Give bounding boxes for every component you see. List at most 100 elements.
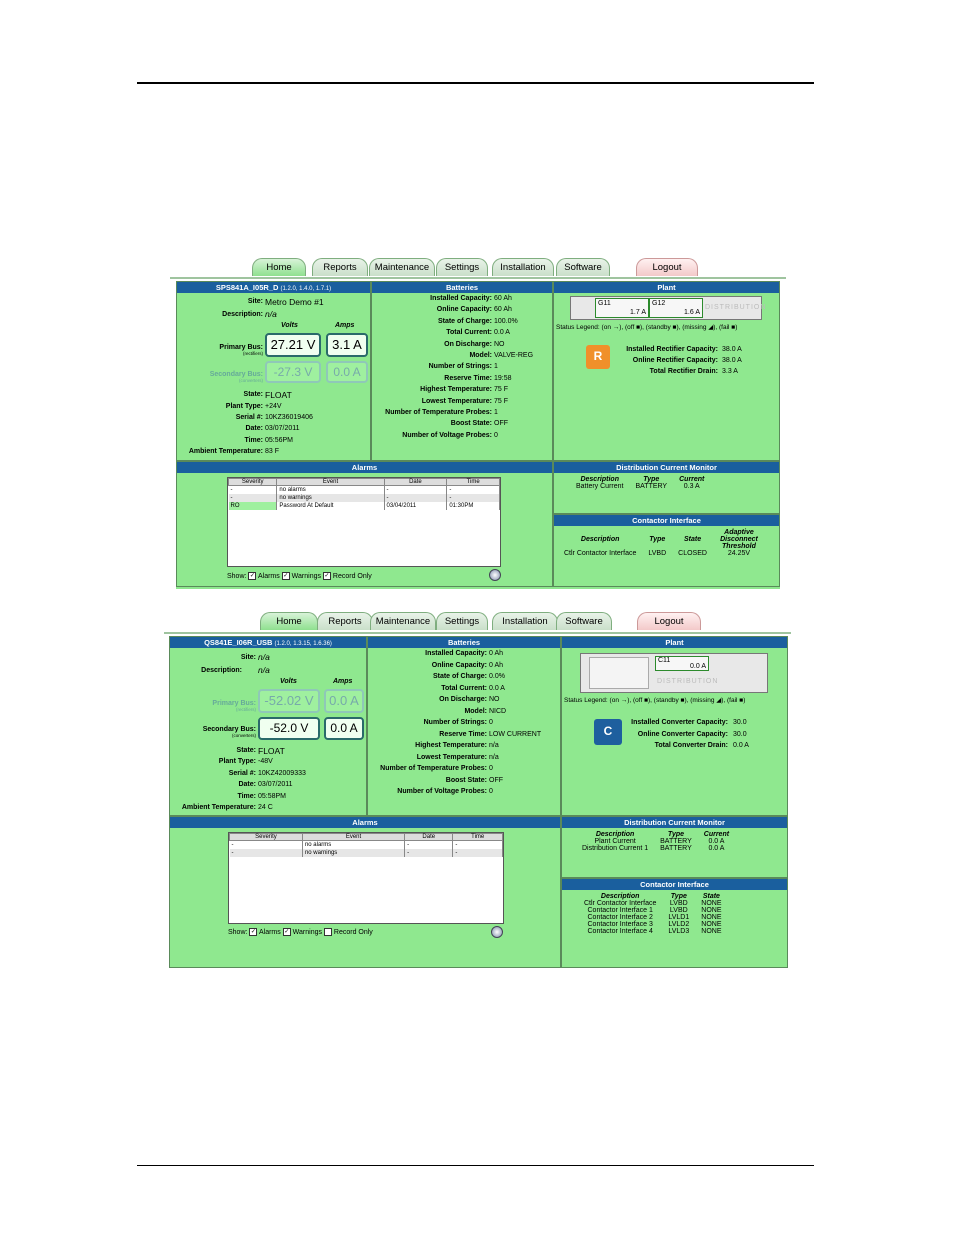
tab-settings[interactable]: Settings [436,612,488,630]
battery-field-label: Number of Voltage Probes: [402,431,492,439]
description-label: Description: [222,311,263,318]
primary-bus-label: Primary Bus: [212,700,256,707]
tab-settings[interactable]: Settings [436,258,488,276]
date-label: Date: [245,425,263,432]
contactor-header: Contactor Interface [562,879,787,890]
battery-field-label: Online Capacity: [436,306,492,314]
alarms-column-header[interactable]: Event [301,833,406,841]
alarms-column-header[interactable]: Time [452,833,503,841]
contactor-cell: NONE [701,921,722,928]
warnings-checkbox[interactable]: ✓ [282,928,291,936]
primary-bus-sublabel: (rectifiers) [243,351,263,356]
contactor-column-header: Description [580,536,620,543]
dcm-row: Distribution Current 1 BATTERY 0.0 A [576,845,735,852]
contactor-cell: Contactor Interface 2 [587,914,653,921]
alarms-column-header[interactable]: Time [446,478,500,486]
warnings-checkbox-label: Warnings [291,572,321,580]
alarms-header-row: Severity Event Date Time [229,833,503,841]
dashboard: QS841E_I06R_USB (1.2.0, 1.3.15, 1.6.36) … [169,636,788,968]
site-label: Site: [240,654,256,661]
dcm-header: Distribution Current Monitor [562,817,787,828]
alarm-cell: - [452,840,503,849]
amps-column-header: Amps [333,678,353,685]
capacity-field-label: Installed Rectifier Capacity: [626,346,718,353]
capacity-field-label: Online Rectifier Capacity: [632,357,718,365]
battery-field-label: Number of Temperature Probes: [385,409,492,416]
alarms-column-header[interactable]: Date [404,833,454,841]
controller-header: QS841E_I06R_USB (1.2.0, 1.3.15, 1.6.36) [170,637,366,648]
tab-logout[interactable]: Logout [637,612,701,630]
battery-field-value: 1 [494,409,498,416]
dcm-cell: Distribution Current 1 [582,845,649,852]
contactor-row: Contactor Interface 2 LVLD1 NONE [578,914,728,921]
alarms-header-row: Severity Event Date Time [227,478,500,486]
alarms-table[interactable]: Severity Event Date Time - no alarms - - - no war… [227,477,501,567]
time-label: Time: [244,437,263,444]
alarm-row[interactable]: - no warnings - - [229,849,503,857]
alarm-cell: no warnings [276,494,385,502]
alarm-row[interactable]: - no warnings - - [228,494,500,502]
battery-field-label: Lowest Temperature: [416,753,487,761]
battery-field-value: 75 F [494,397,509,405]
refresh-globe-icon[interactable] [491,926,503,938]
tab-maintenance[interactable]: Maintenance [369,258,435,276]
contactor-column-header: State [683,536,702,543]
dcm-column-header: Current [703,831,730,838]
tab-software[interactable]: Software [556,612,612,630]
capacity-field-label: Installed Converter Capacity: [631,719,728,726]
battery-field-value: OFF [489,776,503,784]
capacity-field-value: 38.0 A [722,357,742,365]
alarms-checkbox[interactable]: ✓ [248,572,257,580]
battery-field-label: Model: [464,707,487,715]
tab-logout[interactable]: Logout [636,258,698,276]
alarms-column-header[interactable]: Severity [227,478,278,486]
alarm-row[interactable]: - no alarms - - [228,485,500,494]
warnings-checkbox[interactable]: ✓ [281,572,290,580]
alarms-column-header[interactable]: Date [383,478,448,486]
alarm-row[interactable]: RO Password At Default 03/04/2011 01:30PM [228,502,500,510]
alarms-panel: Alarms Severity Event Date Time - no alarms - -… [169,816,561,968]
rectifier-module[interactable]: G11 1.7 A [595,298,649,318]
contactor-cell: Ctlr Contactor Interface [564,550,637,557]
record-only-checkbox[interactable]: ✓ [322,572,331,580]
alarm-cell: 03/04/2011 [384,502,448,510]
batteries-panel: Batteries Installed Capacity: 0 Ah Online … [367,636,561,816]
battery-field-label: Model: [469,352,492,359]
tab-maintenance[interactable]: Maintenance [370,612,436,630]
serial-label: Serial #: [228,770,256,777]
dcm-panel: Distribution Current Monitor Description… [553,461,780,514]
tab-reports[interactable]: Reports [317,612,373,630]
tab-home[interactable]: Home [260,612,318,630]
alarms-column-header[interactable]: Severity [229,833,303,841]
battery-field-value: 0.0 A [489,684,505,692]
contactor-cell: LVLD3 [668,928,690,935]
battery-field-value: 100.0% [494,317,518,325]
alarm-row[interactable]: - no alarms - - [229,840,503,849]
tab-home[interactable]: Home [252,258,306,276]
contactor-table: Description Type State Ctlr Contactor Inter… [578,893,728,935]
refresh-globe-icon[interactable] [489,569,501,581]
module-current: 0.0 A [690,663,706,670]
capacity-field-label: Total Converter Drain: [654,742,728,749]
alarms-column-header[interactable]: Event [276,478,385,486]
volts-column-header: Volts [281,322,298,329]
dcm-cell: BATTERY [660,838,692,845]
battery-field-value: n/a [489,742,499,749]
time-value: 05:58PM [258,793,287,800]
converter-module[interactable]: C11 0.0 A [655,656,709,671]
tab-installation[interactable]: Installation [492,612,558,630]
tab-installation[interactable]: Installation [492,258,554,276]
secondary-bus-amps: 0.0 A [326,361,368,383]
tab-software[interactable]: Software [556,258,610,276]
alarms-checkbox[interactable]: ✓ [249,928,258,936]
rectifier-module[interactable]: G12 1.6 A [649,298,703,318]
plant-header: Plant [562,637,787,648]
contactor-panel: Contactor Interface Description Type State… [561,878,788,968]
alarms-table[interactable]: Severity Event Date Time - no alarms - - - no war… [228,832,504,924]
contactor-cell: LVBD [669,900,688,907]
battery-field-label: State of Charge: [437,317,492,325]
tab-reports[interactable]: Reports [312,258,368,276]
record-only-checkbox[interactable] [323,928,332,936]
battery-field-label: Reserve Time: [439,730,487,738]
secondary-bus-sublabel: (converters) [231,733,256,738]
